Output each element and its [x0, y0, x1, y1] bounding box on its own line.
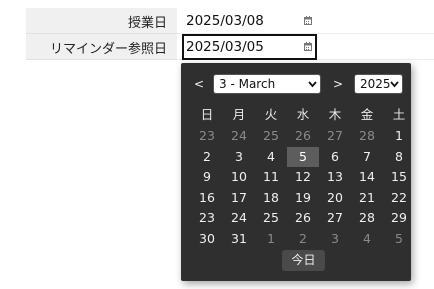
calendar-day[interactable]: 3: [223, 147, 255, 167]
calendar-day[interactable]: 16: [191, 188, 223, 208]
calendar-day[interactable]: 17: [223, 188, 255, 208]
datepicker-popup: < 3 - March > 2025 日月火水木金土 23 24 25 26 27 28 1 2…: [181, 63, 411, 281]
calendar-day[interactable]: 27: [319, 126, 351, 146]
calendar-day[interactable]: 22: [383, 188, 415, 208]
class-date-field[interactable]: 2025/03/08: [182, 8, 317, 34]
form-row-reminder-date: リマインダー参照日 2025/03/05: [26, 34, 434, 60]
weekday-header: 木: [328, 107, 342, 122]
calendar-day[interactable]: 23: [191, 208, 223, 228]
calendar-day[interactable]: 31: [223, 229, 255, 249]
calendar-day[interactable]: 9: [191, 167, 223, 187]
value-cell: 2025/03/05: [177, 34, 434, 60]
calendar-day[interactable]: 12: [287, 167, 319, 187]
calendar-day[interactable]: 3: [319, 229, 351, 249]
calendar-day[interactable]: 28: [351, 126, 383, 146]
calendar-day[interactable]: 4: [351, 229, 383, 249]
calendar-day[interactable]: 21: [351, 188, 383, 208]
calendar-day[interactable]: 24: [223, 208, 255, 228]
year-select[interactable]: 2025: [354, 74, 403, 94]
calendar-day[interactable]: 19: [287, 188, 319, 208]
calendar-day[interactable]: 28: [351, 208, 383, 228]
reminder-date-value: 2025/03/05: [186, 39, 264, 55]
next-month-button[interactable]: >: [333, 77, 343, 91]
calendar-day[interactable]: 14: [351, 167, 383, 187]
calendar-day[interactable]: 20: [319, 188, 351, 208]
calendar-day[interactable]: 1: [255, 229, 287, 249]
calendar-day[interactable]: 23: [191, 126, 223, 146]
today-button[interactable]: 今日: [282, 250, 325, 271]
chevron-down-icon: [308, 81, 317, 88]
weekday-header: 土: [392, 107, 406, 122]
calendar-day[interactable]: 7: [351, 147, 383, 167]
month-select[interactable]: 3 - March: [213, 74, 321, 94]
reminder-date-field[interactable]: 2025/03/05: [182, 34, 317, 60]
label-cell: リマインダー参照日: [26, 34, 177, 60]
calendar-day[interactable]: 5: [383, 229, 415, 249]
chevron-down-icon: [390, 81, 399, 88]
calendar-day[interactable]: 6: [319, 147, 351, 167]
calendar-day[interactable]: 4: [255, 147, 287, 167]
calendar-day[interactable]: 18: [255, 188, 287, 208]
calendar-day[interactable]: 30: [191, 229, 223, 249]
calendar-day[interactable]: 10: [223, 167, 255, 187]
calendar-day[interactable]: 15: [383, 167, 415, 187]
calendar-day[interactable]: 29: [383, 208, 415, 228]
label-cell: 授業日: [26, 8, 177, 34]
weekday-header: 月: [232, 107, 246, 122]
calendar-day[interactable]: 1: [383, 126, 415, 146]
class-date-label: 授業日: [127, 16, 167, 31]
reminder-date-label: リマインダー参照日: [49, 42, 167, 57]
calendar-day[interactable]: 11: [255, 167, 287, 187]
calendar-day[interactable]: 2: [287, 229, 319, 249]
calendar-day[interactable]: 26: [287, 208, 319, 228]
weekday-header: 水: [296, 107, 310, 122]
class-date-value: 2025/03/08: [186, 13, 264, 29]
form-row-class-date: 授業日 2025/03/08: [26, 8, 434, 34]
month-select-value: 3 - March: [219, 77, 276, 91]
weekday-header: 金: [360, 107, 374, 122]
weekday-header: 日: [200, 107, 214, 122]
calendar-day[interactable]: 27: [319, 208, 351, 228]
calendar-day[interactable]: 24: [223, 126, 255, 146]
prev-month-button[interactable]: <: [194, 77, 204, 91]
calendar-day[interactable]: 13: [319, 167, 351, 187]
calendar-day[interactable]: 25: [255, 126, 287, 146]
calendar-day[interactable]: 26: [287, 126, 319, 146]
year-select-value: 2025: [360, 77, 391, 91]
calendar-icon[interactable]: [304, 16, 312, 25]
calendar-day-selected[interactable]: 5: [287, 146, 319, 167]
weekday-header: 火: [264, 107, 278, 122]
calendar-day[interactable]: 2: [191, 147, 223, 167]
calendar-day[interactable]: 25: [255, 208, 287, 228]
calendar-day[interactable]: 8: [383, 147, 415, 167]
calendar-icon[interactable]: [304, 42, 312, 51]
value-cell: 2025/03/08: [177, 8, 434, 34]
